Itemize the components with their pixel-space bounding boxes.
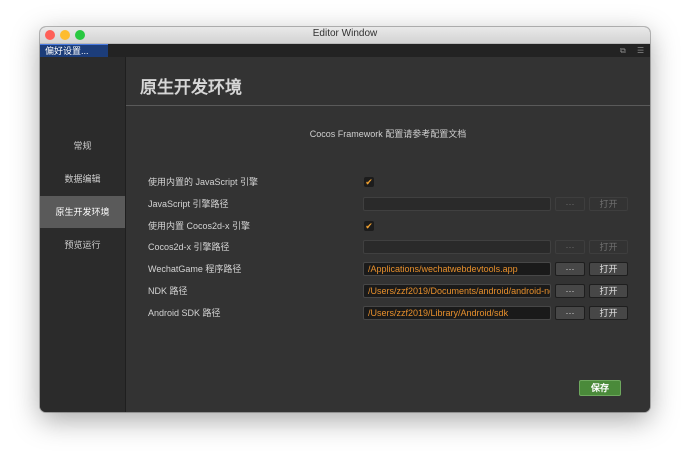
js-path-open-button[interactable]: 打开 [589,197,628,211]
title-bar: Editor Window [40,27,650,44]
cocos-path-field[interactable] [363,240,551,254]
wechat-path-browse-button[interactable]: ··· [555,262,585,276]
js-path-label: JavaScript 引擎路径 [148,199,229,209]
builtin-cocos-checkbox[interactable]: ✔ [364,221,374,231]
sidebar-item-data-editing[interactable]: 数据编辑 [40,163,125,195]
sidebar-item-general[interactable]: 常规 [40,130,125,162]
menu-icon[interactable]: ☰ [637,44,644,57]
sdk-path-browse-button[interactable]: ··· [555,306,585,320]
js-path-field[interactable] [363,197,551,211]
save-button[interactable]: 保存 [579,380,621,396]
sidebar-item-native-env[interactable]: 原生开发环境 [40,196,125,228]
wechat-path-label: WechatGame 程序路径 [148,264,242,274]
sdk-path-label: Android SDK 路径 [148,308,221,318]
editor-window: Editor Window 偏好设置... ⧉ ☰ 常规 数据编辑 原生开发环境… [40,27,650,412]
cocos-path-label: Cocos2d-x 引擎路径 [148,242,230,252]
ndk-path-browse-button[interactable]: ··· [555,284,585,298]
builtin-js-checkbox[interactable]: ✔ [364,177,374,187]
window-title: Editor Window [312,28,378,39]
tab-bar: 偏好设置... ⧉ ☰ [40,44,650,57]
js-path-browse-button[interactable]: ··· [555,197,585,211]
builtin-js-label: 使用内置的 JavaScript 引擎 [148,177,259,187]
sidebar: 常规 数据编辑 原生开发环境 预览运行 [40,57,126,412]
cocos-path-browse-button[interactable]: ··· [555,240,585,254]
main-panel: 原生开发环境 Cocos Framework 配置请参考配置文档 使用内置的 J… [126,57,650,412]
builtin-cocos-label: 使用内置 Cocos2d-x 引擎 [148,221,251,231]
info-text: Cocos Framework 配置请参考配置文档 [309,129,467,139]
sdk-path-open-button[interactable]: 打开 [589,306,628,320]
divider [126,105,650,106]
tab-preferences[interactable]: 偏好设置... [40,44,108,57]
ndk-path-label: NDK 路径 [148,286,188,296]
cocos-path-open-button[interactable]: 打开 [589,240,628,254]
sidebar-item-preview[interactable]: 预览运行 [40,229,125,261]
page-title: 原生开发环境 [140,78,242,97]
sdk-path-field[interactable]: /Users/zzf2019/Library/Android/sdk [363,306,551,320]
ndk-path-field[interactable]: /Users/zzf2019/Documents/android/android… [363,284,551,298]
popout-icon[interactable]: ⧉ [620,44,626,57]
ndk-path-open-button[interactable]: 打开 [589,284,628,298]
wechat-path-open-button[interactable]: 打开 [589,262,628,276]
wechat-path-field[interactable]: /Applications/wechatwebdevtools.app [363,262,551,276]
